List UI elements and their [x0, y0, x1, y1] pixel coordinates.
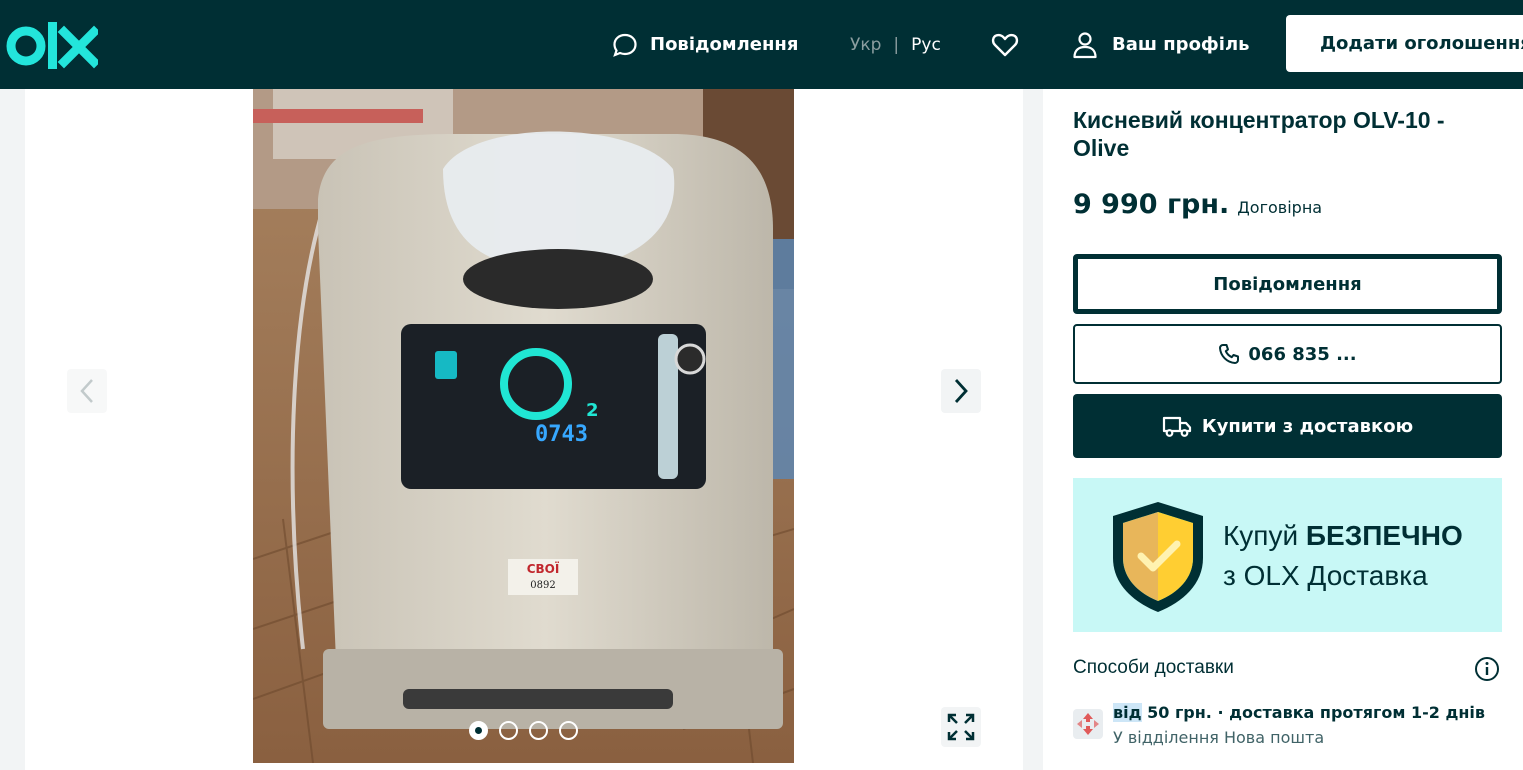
top-header: Повідомлення Укр | Рус Ваш профіль Додат… [0, 0, 1523, 89]
delivery-truck-icon [1162, 416, 1192, 437]
lang-separator: | [893, 34, 900, 55]
safe-buy-banner[interactable]: Купуй БЕЗПЕЧНО з OLX Доставка [1073, 478, 1502, 632]
message-seller-button[interactable]: Повідомлення [1073, 254, 1502, 314]
display-reading: 0743 [535, 422, 588, 447]
show-phone-button[interactable]: 066 835 ... [1073, 324, 1502, 384]
buy-with-delivery-label: Купити з доставкою [1201, 415, 1414, 437]
photo-gallery: 2 0743 СВОЇ 0892 [25, 89, 1023, 770]
safe-buy-text: Купуй БЕЗПЕЧНО з OLX Доставка [1223, 516, 1463, 596]
shield-check-icon [1113, 502, 1203, 612]
phone-number: 066 835 ... [1248, 343, 1357, 365]
svg-text:2: 2 [586, 400, 599, 421]
nova-poshta-icon [1073, 709, 1103, 739]
buy-with-delivery-button[interactable]: Купити з доставкою [1073, 394, 1502, 458]
language-switcher: Укр | Рус [850, 0, 941, 89]
chat-bubble-icon [613, 33, 637, 57]
photo-dot-3[interactable] [529, 721, 548, 740]
delivery-methods-heading: Способи доставки [1073, 657, 1234, 678]
listing-sidebar: Кисневий концентратор OLV-10 - Olive 9 9… [1043, 89, 1523, 770]
delivery-from: від [1113, 703, 1142, 722]
heart-icon [991, 33, 1019, 56]
favorites-button[interactable] [991, 0, 1019, 89]
promo-line1-b: БЕЗПЕЧНО [1305, 520, 1463, 551]
user-icon [1073, 31, 1097, 58]
delivery-price-info: від 50 грн. · доставка протягом 1-2 днів [1113, 703, 1485, 722]
listing-title: Кисневий концентратор OLV-10 - Olive [1073, 107, 1445, 161]
messages-label: Повідомлення [650, 34, 799, 55]
delivery-method-label: У відділення Нова пошта [1113, 728, 1325, 747]
price-row: 9 990 грн. Договірна [1073, 189, 1322, 220]
photo-dot-2[interactable] [499, 721, 518, 740]
photo-dot-1[interactable] [469, 721, 488, 740]
chevron-right-icon [954, 379, 968, 403]
photo-pagination [469, 721, 578, 740]
profile-link[interactable]: Ваш профіль [1072, 0, 1250, 89]
expand-icon [947, 713, 975, 741]
lang-ukr[interactable]: Укр [850, 35, 881, 55]
delivery-main-rest: 50 грн. · доставка протягом 1-2 днів [1141, 703, 1486, 722]
promo-line1-a: Купуй [1223, 520, 1306, 551]
info-icon[interactable] [1474, 656, 1500, 682]
negotiable-label: Договірна [1237, 198, 1323, 217]
phone-icon [1219, 344, 1240, 364]
listing-photo[interactable]: 2 0743 СВОЇ 0892 [253, 89, 794, 763]
add-listing-button[interactable]: Додати оголошення [1286, 15, 1523, 72]
fullscreen-button[interactable] [941, 707, 981, 747]
messages-link[interactable]: Повідомлення [612, 0, 798, 89]
olx-logo[interactable] [6, 22, 98, 70]
sticker-number: 0892 [530, 580, 555, 591]
listing-price: 9 990 грн. [1073, 189, 1230, 220]
sticker-text: СВОЇ [527, 561, 560, 576]
profile-label: Ваш профіль [1112, 34, 1250, 55]
photo-dot-4[interactable] [559, 721, 578, 740]
oxygen-concentrator-image: 2 0743 СВОЇ 0892 [253, 89, 794, 763]
chevron-left-icon [80, 379, 93, 403]
prev-photo-button[interactable] [67, 369, 107, 413]
promo-line2: з OLX Доставка [1223, 560, 1428, 591]
lang-rus[interactable]: Рус [911, 35, 941, 55]
next-photo-button[interactable] [941, 369, 981, 413]
